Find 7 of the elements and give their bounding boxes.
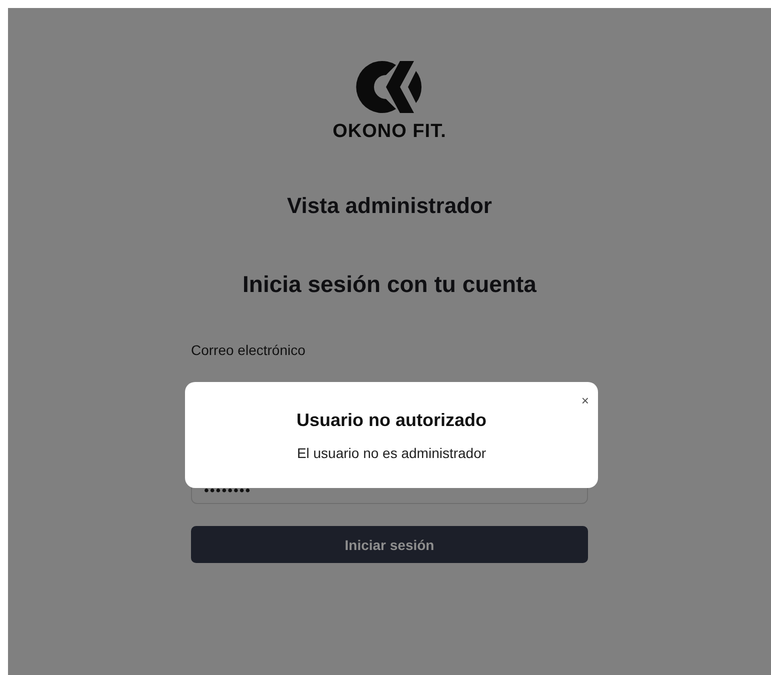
dialog-title: Usuario no autorizado	[296, 410, 486, 431]
page-subtitle: Inicia sesión con tu cuenta	[242, 271, 536, 298]
page-title: Vista administrador	[287, 193, 492, 219]
email-label: Correo electrónico	[191, 342, 306, 358]
login-button[interactable]: Iniciar sesión	[191, 526, 588, 563]
brand-name: OKONO FIT.	[332, 121, 446, 143]
dialog-message: El usuario no es administrador	[296, 445, 486, 461]
